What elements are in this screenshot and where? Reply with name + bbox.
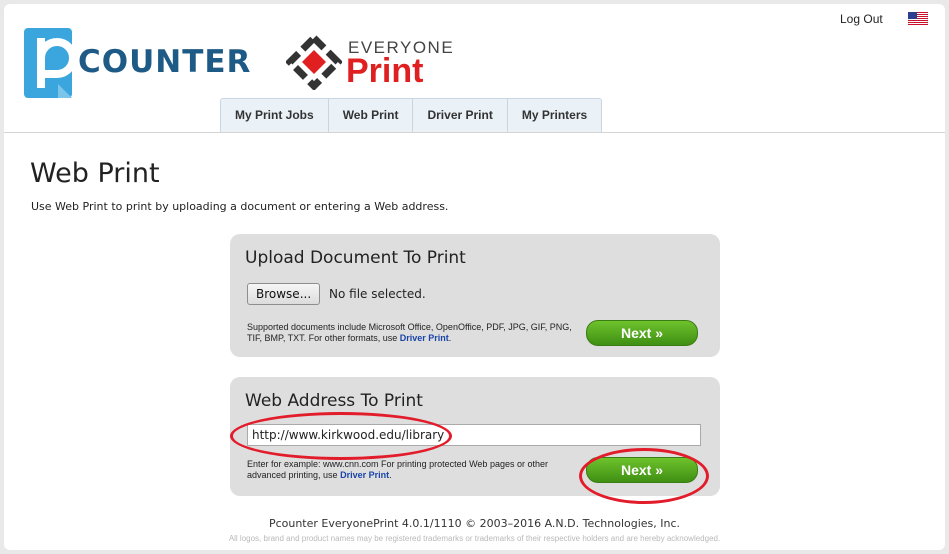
upload-panel-heading: Upload Document To Print <box>245 248 466 268</box>
file-status: No file selected. <box>329 287 426 301</box>
app-window: COUNTER EVERYONE Print Log Out My Print … <box>4 4 945 550</box>
footer-version: Pcounter EveryonePrint 4.0.1/1110 © 2003… <box>268 517 681 530</box>
tab-web-print[interactable]: Web Print <box>329 99 414 132</box>
web-help-end: . <box>389 470 392 480</box>
tab-driver-print[interactable]: Driver Print <box>413 99 508 132</box>
web-help-body: Enter for example: www.cnn.com For print… <box>247 459 548 480</box>
everyoneprint-mark-icon <box>286 34 342 90</box>
everyoneprint-logo-line2: Print <box>346 52 424 90</box>
header: COUNTER EVERYONE Print Log Out My Print … <box>4 4 945 133</box>
web-panel-heading: Web Address To Print <box>245 391 423 411</box>
upload-help-text: Supported documents include Microsoft Of… <box>247 322 587 344</box>
upload-document-panel: Upload Document To Print Browse... No fi… <box>230 234 720 357</box>
logout-link[interactable]: Log Out <box>840 12 883 26</box>
page-description: Use Web Print to print by uploading a do… <box>31 200 449 213</box>
browse-button[interactable]: Browse... <box>247 283 321 305</box>
upload-next-button[interactable]: Next » <box>586 320 698 346</box>
us-flag-icon[interactable] <box>908 12 928 25</box>
page-title: Web Print <box>30 158 160 189</box>
web-driver-print-link[interactable]: Driver Print <box>340 470 389 480</box>
upload-driver-print-link[interactable]: Driver Print <box>400 333 449 343</box>
web-next-button[interactable]: Next » <box>586 457 698 483</box>
web-address-panel: Web Address To Print Enter for example: … <box>230 377 720 496</box>
footer-trademark-note: All logos, brand and product names may b… <box>228 534 721 543</box>
web-address-input[interactable] <box>247 424 701 446</box>
tab-my-print-jobs[interactable]: My Print Jobs <box>221 99 329 132</box>
upload-help-end: . <box>448 333 452 343</box>
web-help-text: Enter for example: www.cnn.com For print… <box>247 459 587 481</box>
pcounter-p-icon <box>24 28 77 98</box>
pcounter-logo-text: COUNTER <box>78 44 252 80</box>
main-tabs: My Print Jobs Web Print Driver Print My … <box>220 98 603 132</box>
everyoneprint-logo: EVERYONE Print <box>282 30 453 90</box>
tab-my-printers[interactable]: My Printers <box>508 99 601 132</box>
pcounter-logo: COUNTER <box>24 28 250 100</box>
